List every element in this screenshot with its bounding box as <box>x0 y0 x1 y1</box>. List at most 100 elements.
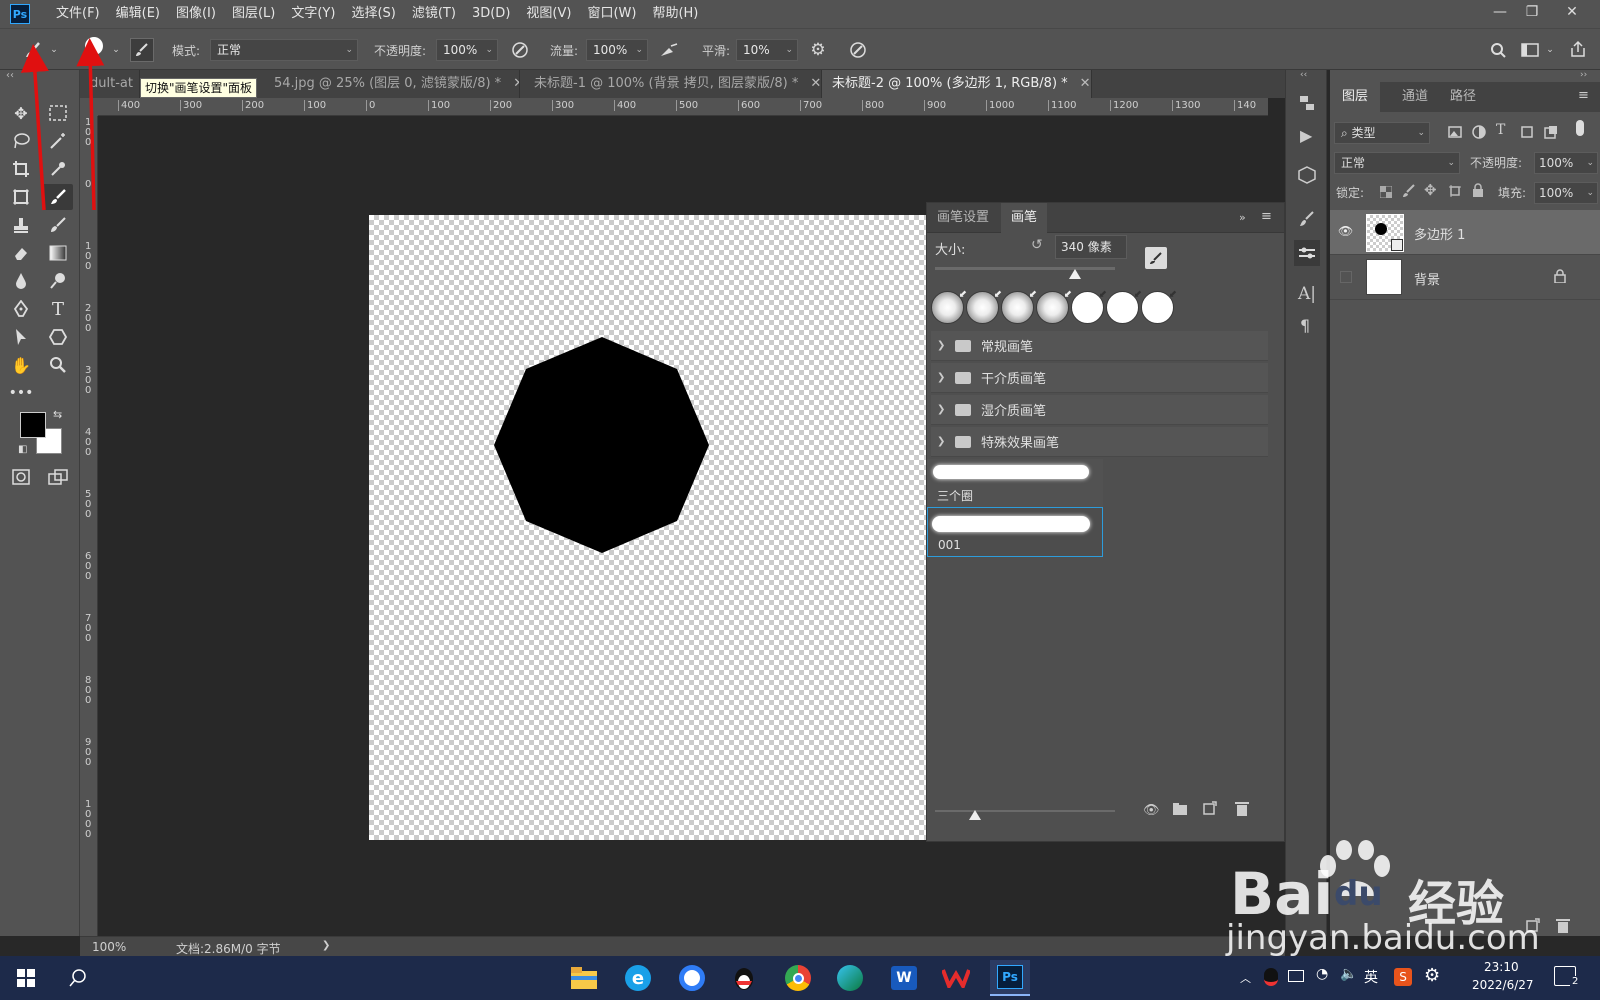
airbrush-icon[interactable] <box>656 39 682 61</box>
tray-qq-icon[interactable] <box>1264 968 1278 986</box>
hand-tool-icon[interactable]: ✋ <box>6 352 36 378</box>
layer-row-background[interactable]: 背景 <box>1330 255 1600 300</box>
expand-panel-icon[interactable]: » <box>1239 211 1246 224</box>
lock-all-icon[interactable] <box>1472 183 1484 197</box>
panel-menu-icon[interactable]: ≡ <box>1261 209 1272 224</box>
soft-round-tip-1[interactable]: ⬋ <box>931 289 967 324</box>
windows-start-icon[interactable] <box>6 960 46 996</box>
history-brush-tool-icon[interactable] <box>43 212 73 238</box>
menu-layer[interactable]: 图层(L) <box>224 0 283 28</box>
quick-mask-icon[interactable] <box>6 464 36 490</box>
menu-3d[interactable]: 3D(D) <box>464 0 518 28</box>
screen-mode-icon[interactable] <box>43 464 73 490</box>
close-icon[interactable]: ✕ <box>810 76 821 91</box>
preview-size-slider-thumb[interactable] <box>968 810 981 820</box>
qq-icon[interactable] <box>724 960 764 996</box>
pressure-size-icon[interactable] <box>846 39 870 61</box>
eye-icon[interactable]: 👁 <box>1338 224 1353 238</box>
tab-paths[interactable]: 路径 <box>1438 82 1488 112</box>
eyedropper-tool-icon[interactable] <box>43 156 73 182</box>
menu-image[interactable]: 图像(I) <box>168 0 224 28</box>
crop-tool-icon[interactable] <box>6 156 36 182</box>
clock-date[interactable]: 2022/6/27 <box>1472 978 1534 992</box>
flow-input[interactable]: 100% ⌄ <box>586 39 648 61</box>
menu-view[interactable]: 视图(V) <box>518 0 579 28</box>
stamp-tool-icon[interactable] <box>6 212 36 238</box>
edge-icon[interactable] <box>830 960 870 996</box>
ie-browser-icon[interactable]: e <box>618 960 658 996</box>
menu-filter[interactable]: 滤镜(T) <box>404 0 464 28</box>
toggle-brush-settings-button[interactable] <box>130 38 154 62</box>
magic-wand-tool-icon[interactable] <box>43 128 73 154</box>
path-selection-tool-icon[interactable] <box>6 324 36 350</box>
menu-help[interactable]: 帮助(H) <box>644 0 706 28</box>
character-panel-icon[interactable]: A| <box>1298 284 1316 304</box>
sogou-ime-icon[interactable]: S <box>1394 968 1412 986</box>
blur-tool-icon[interactable] <box>6 268 36 294</box>
minimize-icon[interactable]: — <box>1484 0 1516 24</box>
layer-name[interactable]: 背景 <box>1414 269 1440 288</box>
shape-tool-icon[interactable] <box>43 324 73 350</box>
close-icon[interactable]: ✕ <box>1080 76 1091 91</box>
filter-toggle[interactable] <box>1576 120 1584 136</box>
marquee-tool-icon[interactable] <box>43 100 73 126</box>
paragraph-panel-icon[interactable]: ¶ <box>1300 316 1310 335</box>
lock-position-icon[interactable]: ✥ <box>1424 181 1437 199</box>
photoshop-taskbar-icon[interactable]: Ps <box>990 960 1030 996</box>
octagon-shape[interactable] <box>369 215 931 840</box>
filter-smart-object-icon[interactable] <box>1544 125 1558 139</box>
search-icon[interactable] <box>58 960 98 996</box>
restore-icon[interactable]: ❐ <box>1516 0 1548 24</box>
folder-wet-media-brushes[interactable]: ❯ 湿介质画笔 <box>931 395 1268 425</box>
foreground-color-swatch[interactable] <box>20 412 46 438</box>
type-tool-icon[interactable]: T <box>43 296 73 322</box>
more-tools-icon[interactable]: ••• <box>6 380 36 406</box>
zoom-level[interactable]: 100% <box>92 940 126 954</box>
tab-layers[interactable]: 图层 <box>1330 82 1381 112</box>
layer-opacity-input[interactable]: 100% ⌄ <box>1534 152 1598 174</box>
tab-doc-1[interactable]: dult-at <box>80 70 140 98</box>
lock-pixels-icon[interactable] <box>1402 184 1416 198</box>
chevron-down-icon[interactable]: ⌄ <box>48 43 60 57</box>
chevron-down-icon[interactable]: ⌄ <box>1544 43 1556 57</box>
tab-doc-3[interactable]: 未标题-1 @ 100% (背景 拷贝, 图层蒙版/8) * ✕ <box>524 70 822 98</box>
menu-file[interactable]: 文件(F) <box>48 0 108 28</box>
new-group-folder-icon[interactable] <box>1173 803 1187 815</box>
swap-colors-icon[interactable]: ⇆ <box>53 408 62 421</box>
panel-menu-icon[interactable]: ≡ <box>1578 88 1589 103</box>
layer-row-polygon[interactable]: 👁 多边形 1 <box>1330 210 1600 255</box>
chrome-icon[interactable] <box>778 960 818 996</box>
gradient-tool-icon[interactable] <box>43 240 73 266</box>
brush-tool-preset-icon[interactable] <box>20 37 46 63</box>
filter-type-icon[interactable]: T <box>1496 122 1505 138</box>
hard-round-tip-1[interactable]: ⬋ <box>1071 289 1107 324</box>
opacity-input[interactable]: 100% ⌄ <box>436 39 498 61</box>
collapse-toolbar-icon[interactable]: ‹‹ <box>6 70 14 81</box>
folder-special-effects-brushes[interactable]: ❯ 特殊效果画笔 <box>931 427 1268 457</box>
wps-icon[interactable] <box>936 960 976 996</box>
tab-brush-settings[interactable]: 画笔设置 <box>927 203 999 233</box>
menu-edit[interactable]: 编辑(E) <box>108 0 168 28</box>
pressure-opacity-icon[interactable] <box>508 39 532 61</box>
word-icon[interactable]: W <box>884 960 924 996</box>
eraser-tool-icon[interactable] <box>6 240 36 266</box>
wifi-icon[interactable]: ◔ <box>1316 966 1328 982</box>
size-input[interactable]: 340 像素 <box>1055 235 1127 259</box>
brush-tool-icon[interactable] <box>43 184 73 210</box>
lasso-tool-icon[interactable] <box>6 128 36 154</box>
size-slider-track[interactable] <box>935 267 1115 270</box>
soft-round-tip-3[interactable]: ⬋ <box>1001 289 1037 324</box>
lock-artboard-icon[interactable] <box>1448 184 1462 198</box>
share-icon[interactable] <box>1566 37 1590 61</box>
pen-tool-icon[interactable] <box>6 296 36 322</box>
tab-channels[interactable]: 通道 <box>1390 82 1440 112</box>
search-icon[interactable] <box>1486 39 1510 61</box>
brush-preset-picker[interactable] <box>82 35 106 57</box>
close-icon[interactable]: ✕ <box>513 76 519 91</box>
menu-select[interactable]: 选择(S) <box>343 0 403 28</box>
default-colors-icon[interactable]: ◧ <box>18 444 27 455</box>
smoothing-input[interactable]: 10% ⌄ <box>736 39 798 61</box>
menu-type[interactable]: 文字(Y) <box>283 0 343 28</box>
close-icon[interactable]: ✕ <box>1556 0 1588 24</box>
soft-round-tip-2[interactable]: ⬋ <box>966 289 1002 324</box>
